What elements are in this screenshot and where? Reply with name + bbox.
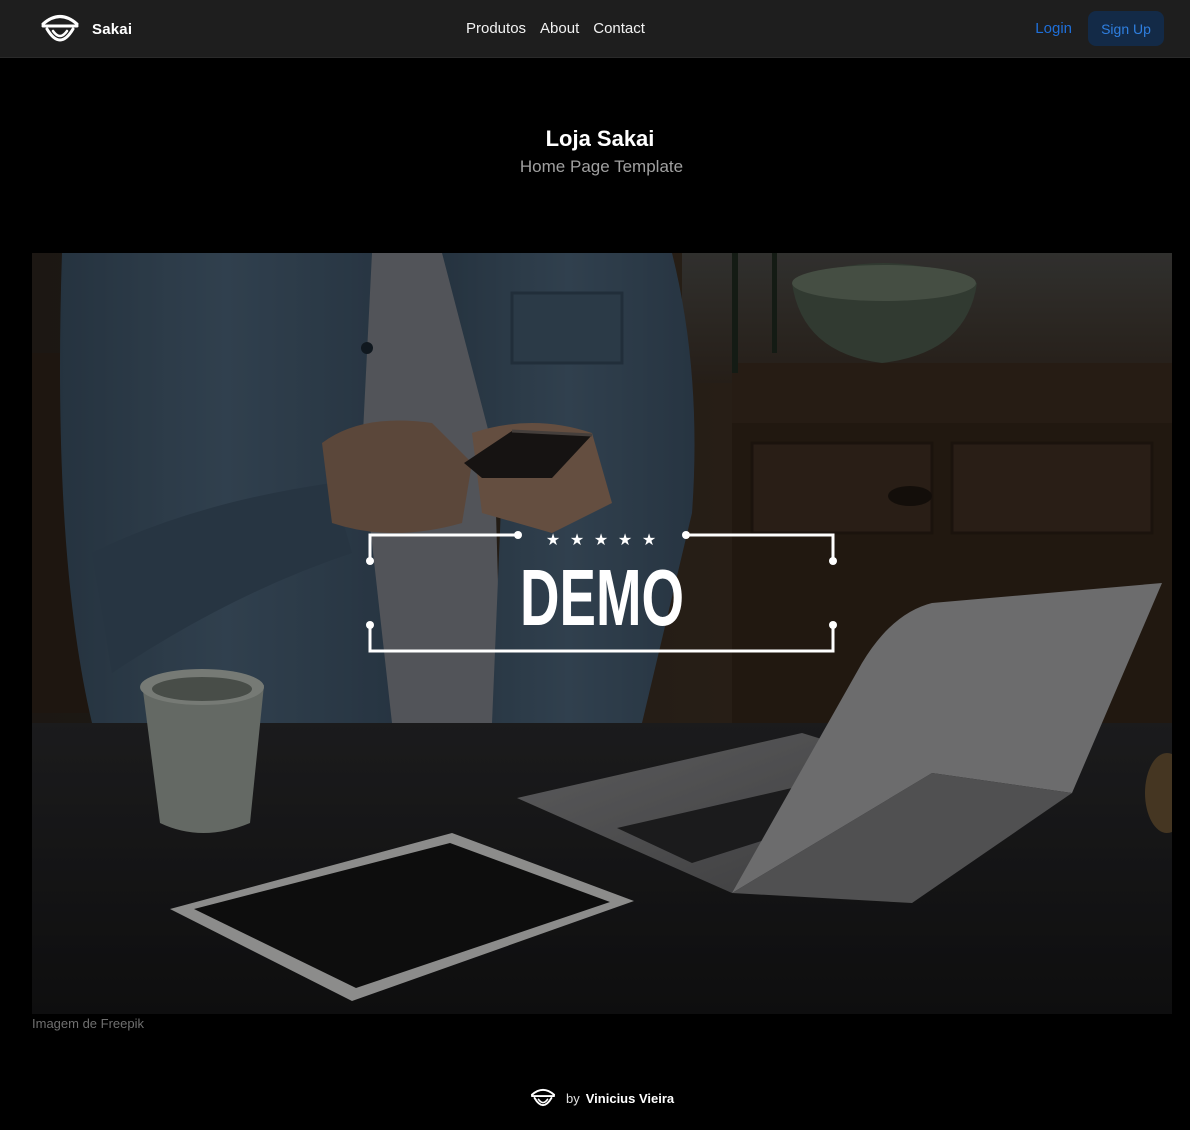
svg-text:★: ★ — [618, 530, 632, 549]
page-title: Loja Sakai — [545, 126, 655, 151]
main-nav: Produtos About Contact — [466, 19, 645, 39]
footer-author: Vinicius Vieira — [585, 1090, 675, 1106]
sakai-logo-icon — [40, 11, 80, 47]
svg-text:★: ★ — [570, 530, 584, 549]
top-navbar: Sakai Produtos About Contact Login Sign … — [0, 0, 1190, 58]
nav-item-produtos[interactable]: Produtos — [466, 19, 526, 39]
login-button[interactable]: Login — [1033, 14, 1074, 43]
footer-by-label: by — [566, 1090, 580, 1106]
svg-text:★: ★ — [546, 530, 560, 549]
image-caption: Imagem de Freepik — [32, 1016, 144, 1031]
footer: by Vinicius Vieira — [530, 1086, 674, 1110]
signup-button[interactable]: Sign Up — [1088, 11, 1164, 46]
nav-item-about[interactable]: About — [540, 19, 579, 39]
brand-name: Sakai — [92, 20, 133, 38]
sakai-logo-icon — [530, 1086, 556, 1110]
brand-link[interactable]: Sakai — [40, 11, 132, 47]
svg-text:★: ★ — [594, 530, 608, 549]
nav-item-contact[interactable]: Contact — [593, 19, 645, 39]
hero-image: ★ ★ ★ ★ ★ DEMO — [32, 253, 1172, 1014]
page-subtitle: Home Page Template — [519, 157, 684, 176]
demo-text: DEMO — [520, 553, 684, 642]
hero-photo: ★ ★ ★ ★ ★ DEMO — [32, 253, 1172, 1014]
auth-buttons: Login Sign Up — [1033, 11, 1164, 46]
svg-text:★: ★ — [642, 530, 656, 549]
